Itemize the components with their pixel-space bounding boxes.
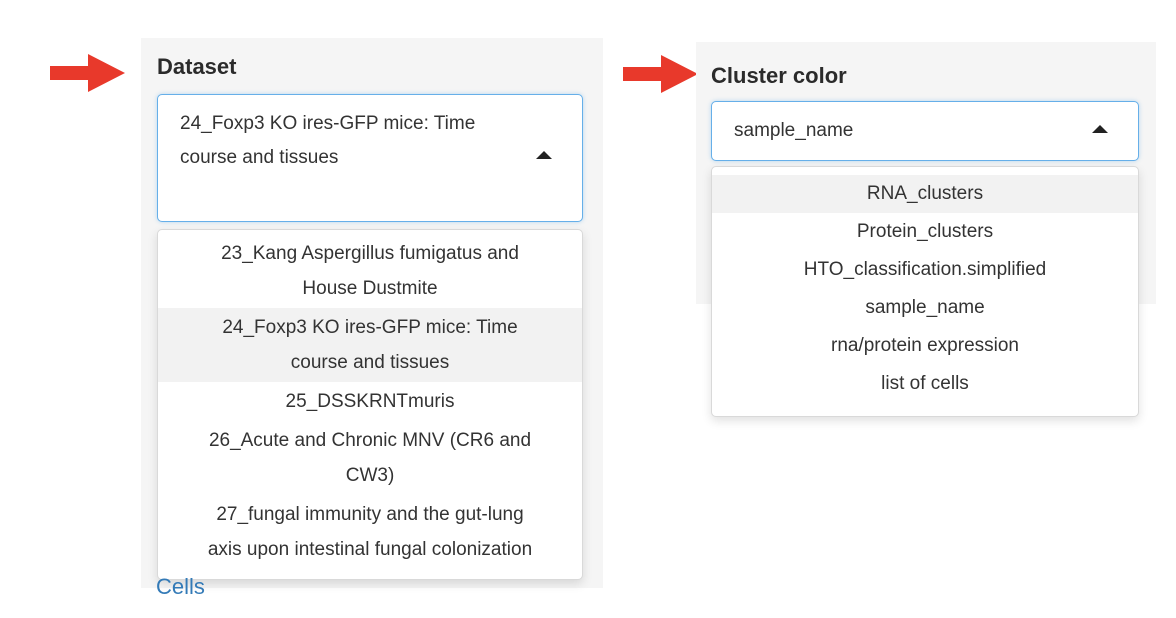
cluster-color-option[interactable]: Protein_clusters bbox=[712, 213, 1138, 251]
dataset-option-line2: course and tissues bbox=[290, 352, 450, 373]
dataset-option[interactable]: 26_Acute and Chronic MNV (CR6 and CW3) bbox=[158, 421, 582, 495]
cluster-color-dropdown: RNA_clusters Protein_clusters HTO_classifi… bbox=[711, 166, 1139, 417]
dataset-selected-line2: course and tissues bbox=[180, 147, 339, 168]
cluster-color-option[interactable]: HTO_classification.simplified bbox=[712, 251, 1138, 289]
cluster-color-option[interactable]: rna/protein expression bbox=[712, 327, 1138, 365]
dataset-option-line1: 25_DSSKRNTmuris bbox=[285, 391, 455, 412]
dataset-option[interactable]: 24_Foxp3 KO ires-GFP mice: Time course an… bbox=[158, 308, 582, 382]
arrow-right-icon bbox=[623, 55, 698, 93]
dataset-option[interactable]: 23_Kang Aspergillus fumigatus and House D… bbox=[158, 234, 582, 308]
dataset-option-line2: axis upon intestinal fungal colonization bbox=[207, 539, 533, 560]
caret-up-icon bbox=[1092, 125, 1108, 133]
cluster-color-option[interactable]: sample_name bbox=[712, 289, 1138, 327]
cluster-color-option[interactable]: RNA_clusters bbox=[712, 175, 1138, 213]
dataset-option[interactable]: 27_fungal immunity and the gut-lung axis … bbox=[158, 495, 582, 569]
dataset-option-line1: 27_fungal immunity and the gut-lung bbox=[216, 504, 524, 525]
cluster-color-label: Cluster color bbox=[711, 63, 847, 88]
dataset-option-line2: CW3) bbox=[345, 465, 395, 486]
dataset-select[interactable]: 24_Foxp3 KO ires-GFP mice: Time course a… bbox=[157, 94, 583, 222]
dataset-selected-value: 24_Foxp3 KO ires-GFP mice: Time course a… bbox=[180, 107, 475, 175]
dataset-option-line1: 23_Kang Aspergillus fumigatus and bbox=[221, 243, 519, 264]
cluster-color-selected-value: sample_name bbox=[734, 120, 854, 141]
dataset-label: Dataset bbox=[157, 54, 237, 79]
dataset-dropdown: 23_Kang Aspergillus fumigatus and House D… bbox=[157, 229, 583, 580]
dataset-option-line2: House Dustmite bbox=[302, 278, 438, 299]
dataset-options-list: 23_Kang Aspergillus fumigatus and House D… bbox=[158, 230, 582, 569]
arrow-right-icon bbox=[50, 54, 125, 92]
dataset-option-line1: 24_Foxp3 KO ires-GFP mice: Time bbox=[222, 317, 518, 338]
caret-up-icon bbox=[536, 151, 552, 159]
cluster-color-select[interactable]: sample_name bbox=[711, 101, 1139, 161]
cluster-color-options-list: RNA_clusters Protein_clusters HTO_classifi… bbox=[712, 167, 1138, 403]
dataset-option-line1: 26_Acute and Chronic MNV (CR6 and bbox=[208, 430, 532, 451]
cluster-color-option[interactable]: list of cells bbox=[712, 365, 1138, 403]
dataset-selected-line1: 24_Foxp3 KO ires-GFP mice: Time bbox=[180, 113, 476, 134]
dataset-option[interactable]: 25_DSSKRNTmuris bbox=[158, 382, 582, 421]
cells-link[interactable]: Cells bbox=[156, 574, 205, 600]
